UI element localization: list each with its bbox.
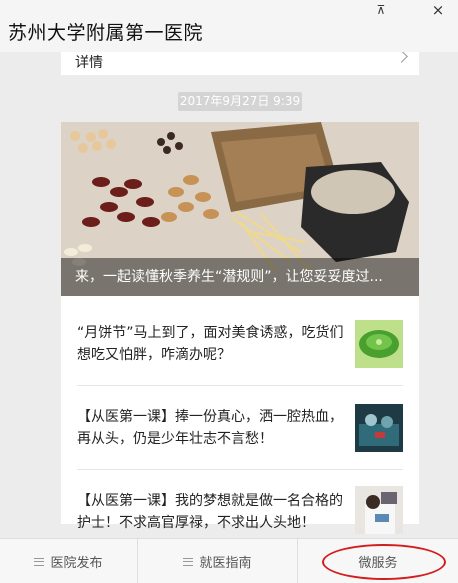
- cover-article[interactable]: 来，一起读懂秋季养生“潜规则”，让您妥妥度过...: [61, 122, 419, 296]
- message-list: 详情 2017年9月27日 9:39 来，一起读懂秋季养生“潜规则”，让您妥妥度…: [0, 52, 458, 538]
- menu-icon: [34, 557, 45, 566]
- message-timestamp: 2017年9月27日 9:39: [178, 92, 302, 111]
- annotation-circle: [322, 544, 446, 580]
- article-title: 【从医第一课】我的梦想就是做一名合格的护士！不求高官厚禄，不求出人头地！: [77, 493, 343, 531]
- news-card: 来，一起读懂秋季养生“潜规则”，让您妥妥度过... “月饼节”马上到了，面对美食…: [61, 122, 419, 534]
- article-item[interactable]: 【从医第一课】我的梦想就是做一名合格的护士！不求高官厚禄，不求出人头地！: [61, 470, 419, 538]
- nav-medical-guide[interactable]: 就医指南: [137, 539, 297, 583]
- article-title: 【从医第一课】捧一份真心，洒一腔热血，再从头，仍是少年壮志不言愁！: [77, 409, 343, 447]
- article-item[interactable]: “月饼节”马上到了，面对美食诱惑，吃货们想吃又怕胖，咋滴办呢？: [61, 302, 419, 386]
- menu-icon: [183, 557, 194, 566]
- surgery-thumbnail: [355, 404, 403, 452]
- detail-label: 详情: [75, 55, 103, 71]
- cover-caption: 来，一起读懂秋季养生“潜规则”，让您妥妥度过...: [61, 258, 419, 296]
- chevron-right-icon: [395, 52, 408, 63]
- pin-icon[interactable]: ⊼: [372, 2, 390, 18]
- article-title: “月饼节”马上到了，面对美食诱惑，吃货们想吃又怕胖，咋滴办呢？: [77, 325, 344, 363]
- mooncake-thumbnail: [355, 320, 403, 368]
- nav-hospital-release[interactable]: 医院发布: [0, 539, 137, 583]
- nav-label: 就医指南: [199, 556, 252, 571]
- article-item[interactable]: 【从医第一课】捧一份真心，洒一腔热血，再从头，仍是少年壮志不言愁！: [61, 386, 419, 470]
- close-icon[interactable]: ×: [428, 1, 448, 19]
- detail-card[interactable]: 详情: [61, 52, 419, 75]
- window-titlebar: 苏州大学附属第一医院 ⊼ ×: [0, 0, 458, 52]
- window-title: 苏州大学附属第一医院: [8, 22, 204, 44]
- nav-label: 医院发布: [50, 556, 103, 571]
- nurse-thumbnail: [355, 486, 403, 534]
